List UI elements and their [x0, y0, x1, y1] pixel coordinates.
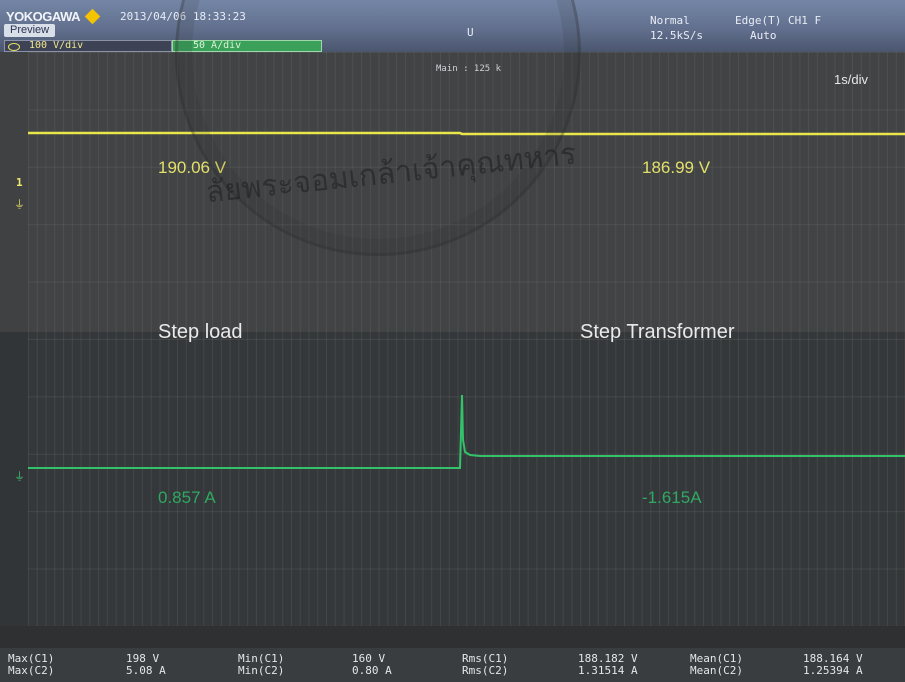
step-load-annotation: Step load: [158, 321, 243, 343]
max-values: 198 V 5.08 A: [126, 652, 166, 677]
oscilloscope-screen: YOKOGAWA 2013/04/06 18:33:23 U Normal 12…: [0, 0, 905, 682]
rms-labels: Rms(C1) Rms(C2): [462, 652, 509, 677]
current-after-annotation: -1.615A: [642, 488, 702, 507]
step-transformer-annotation: Step Transformer: [580, 321, 735, 343]
voltage-after-annotation: 186.99 V: [642, 158, 711, 177]
rms-values: 188.182 V 1.31514 A: [578, 652, 638, 677]
mean-values: 188.164 V 1.25394 A: [803, 652, 863, 677]
measurement-bar: Max(C1) Max(C2) 198 V 5.08 A Min(C1) Min…: [0, 648, 905, 682]
current-before-annotation: 0.857 A: [158, 488, 216, 507]
min-labels: Min(C1) Min(C2): [238, 652, 285, 677]
min-values: 160 V 0.80 A: [352, 652, 392, 677]
mean-labels: Mean(C1) Mean(C2): [690, 652, 743, 677]
max-labels: Max(C1) Max(C2): [8, 652, 55, 677]
ch2-current-trace: [28, 394, 905, 469]
